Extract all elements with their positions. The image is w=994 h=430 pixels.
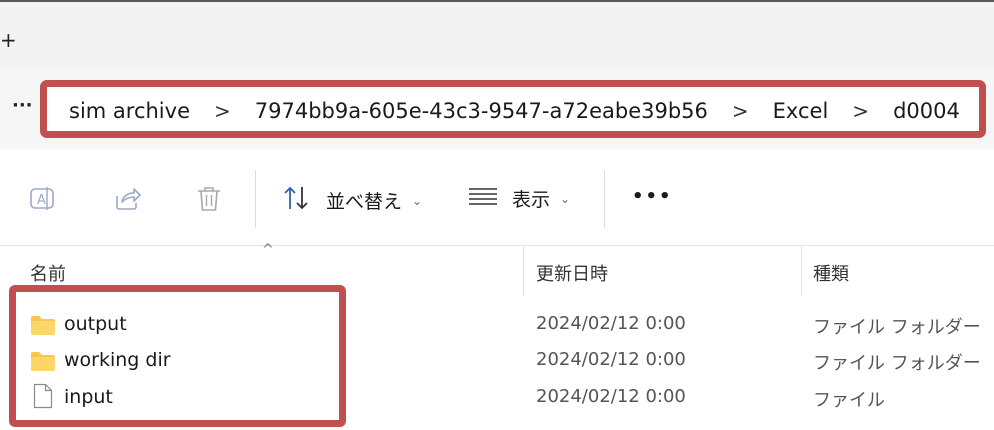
command-separator xyxy=(604,170,605,228)
share-icon[interactable] xyxy=(112,184,142,218)
sort-icon xyxy=(282,185,312,216)
column-header-type[interactable]: 種類 xyxy=(813,260,849,286)
delete-icon[interactable] xyxy=(194,184,224,218)
breadcrumb-item-d0004[interactable]: d0004 xyxy=(893,99,960,123)
column-divider[interactable] xyxy=(801,246,802,296)
chevron-down-icon: ⌄ xyxy=(412,193,423,208)
file-type: ファイル フォルダー xyxy=(813,317,981,338)
sort-label: 並べ替え xyxy=(326,191,403,213)
file-date: 2024/02/12 0:00 xyxy=(536,386,686,407)
highlight-box xyxy=(9,285,346,427)
breadcrumb-item-guid[interactable]: 7974bb9a-605e-43c3-9547-a72eabe39b56 xyxy=(255,99,708,123)
title-bar xyxy=(0,0,994,69)
view-label: 表示 xyxy=(512,189,551,211)
svg-text:A: A xyxy=(37,193,46,208)
column-header-date[interactable]: 更新日時 xyxy=(536,260,608,286)
breadcrumb-separator[interactable]: > xyxy=(732,99,749,123)
breadcrumb-item-excel[interactable]: Excel xyxy=(773,99,829,123)
file-date: 2024/02/12 0:00 xyxy=(536,349,686,370)
column-divider[interactable] xyxy=(523,246,524,296)
file-type: ファイル xyxy=(813,390,885,411)
breadcrumb-separator[interactable]: > xyxy=(852,99,869,123)
sort-ascending-icon: ^ xyxy=(262,242,274,258)
breadcrumb-separator[interactable]: > xyxy=(214,99,231,123)
file-type: ファイル フォルダー xyxy=(813,353,981,374)
divider xyxy=(0,245,994,246)
file-date: 2024/02/12 0:00 xyxy=(536,313,686,334)
command-separator xyxy=(255,170,256,228)
address-bar[interactable]: sim archive > 7974bb9a-605e-43c3-9547-a7… xyxy=(40,80,986,138)
column-header-name[interactable]: 名前 xyxy=(30,260,66,286)
sort-button[interactable]: 並べ替え ⌄ xyxy=(282,185,422,216)
window-top-border xyxy=(0,0,994,2)
new-tab-button[interactable]: + xyxy=(0,30,17,50)
address-overflow-button[interactable]: ··· xyxy=(12,95,33,116)
chevron-down-icon: ⌄ xyxy=(560,191,571,206)
breadcrumb-item-sim-archive[interactable]: sim archive xyxy=(69,99,190,123)
view-button[interactable]: 表示 ⌄ xyxy=(468,185,570,212)
rename-icon[interactable]: A xyxy=(28,184,58,218)
view-icon xyxy=(468,185,498,212)
more-options-button[interactable]: ••• xyxy=(632,186,673,207)
breadcrumb: sim archive > 7974bb9a-605e-43c3-9547-a7… xyxy=(69,99,960,123)
